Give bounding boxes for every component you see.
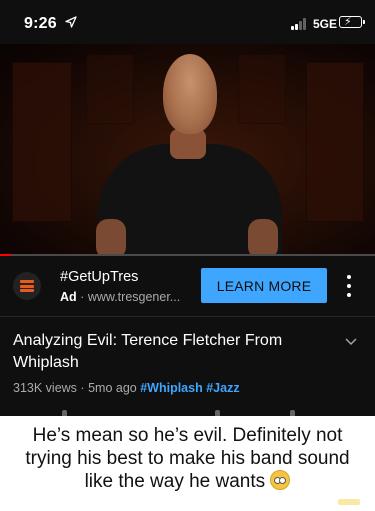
stats-separator: · [80,381,85,395]
upload-age: 5mo ago [88,381,137,395]
ad-row[interactable]: #GetUpTres Ad · www.tresgener... LEARN M… [0,257,375,315]
kebab-menu-icon[interactable] [344,273,354,299]
meme-caption: He’s mean so he’s evil. Definitely not t… [0,424,375,493]
chevron-down-icon[interactable] [345,338,357,346]
ad-title[interactable]: #GetUpTres [60,269,138,285]
advertiser-logo[interactable] [13,272,41,300]
battery-icon: ⚡ [339,16,365,28]
flushed-face-emoji-icon [270,470,291,490]
video-progress-fill [0,254,12,256]
status-time: 9:26 [24,15,57,32]
video-stats: 313K views · 5mo ago #Whiplash #Jazz [13,381,240,395]
caption-text: He’s mean so he’s evil. Definitely not t… [25,425,350,492]
hashtag-jazz[interactable]: #Jazz [206,381,239,395]
hashtag-whiplash[interactable]: #Whiplash [140,381,203,395]
youtube-app-screen: 9:26 5GE ⚡ #GetUpTres Ad · www.tresgener… [0,0,375,416]
ad-separator: · [80,290,85,304]
status-bar: 9:26 5GE ⚡ [0,0,375,44]
view-count: 313K views [13,381,77,395]
network-type: 5GE [313,17,338,31]
ad-url: www.tresgener... [87,290,181,304]
watermark-logo [338,499,360,505]
video-player[interactable] [0,44,375,256]
charging-bolt-icon: ⚡ [344,16,352,28]
signal-strength-icon [291,18,309,30]
learn-more-button[interactable]: LEARN MORE [201,268,327,303]
video-title[interactable]: Analyzing Evil: Terence Fletcher From Wh… [13,330,328,374]
person-head [163,54,217,134]
location-arrow-icon [65,16,77,28]
video-progress-bar[interactable] [0,254,375,256]
divider [0,316,375,317]
ad-meta: Ad · www.tresgener... [60,290,180,304]
ad-badge: Ad [60,290,77,304]
